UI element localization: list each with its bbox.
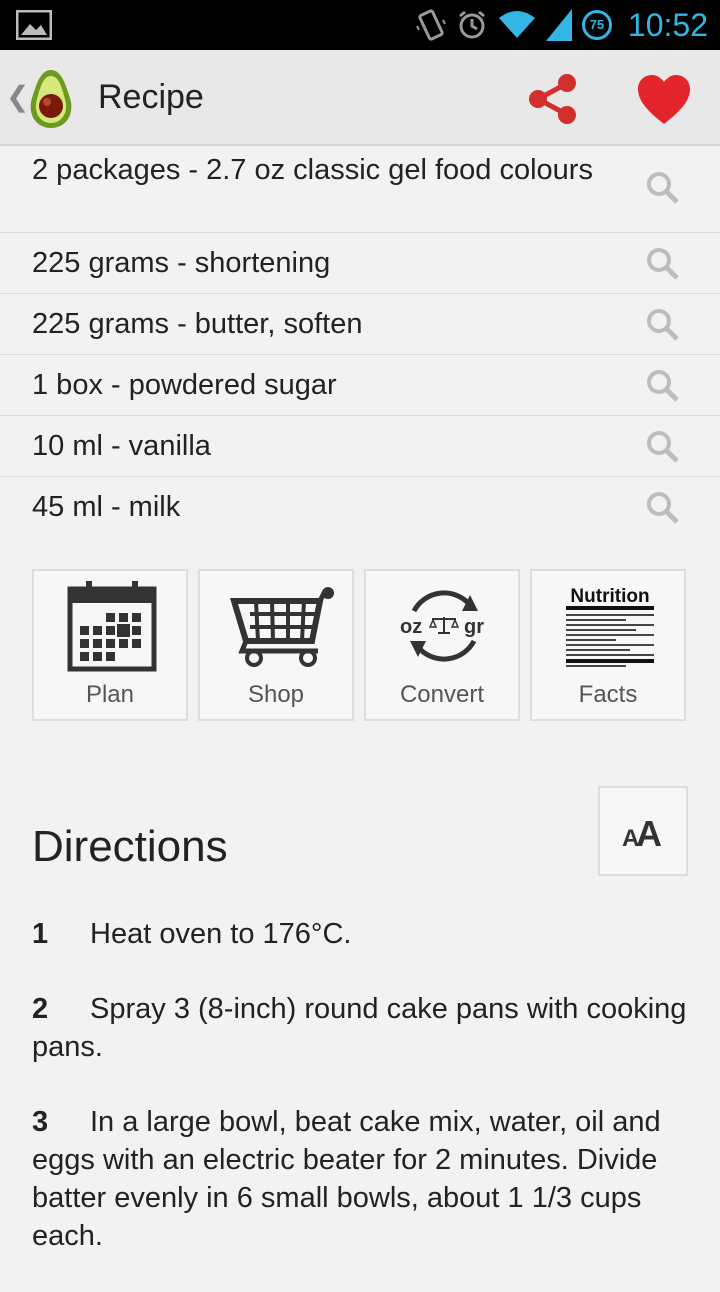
search-icon[interactable] [646,171,680,205]
action-bar: ❮ Recipe [0,50,720,146]
step-text: Spray 3 (8-inch) round cake pans with co… [32,993,687,1063]
step-text: Heat oven to 176°C. [90,918,352,950]
search-icon[interactable] [646,430,680,464]
ingredient-text: 2 packages - 2.7 oz classic gel food col… [32,154,593,186]
nutrition-heading: Nutrition [570,586,649,607]
ingredient-text: 225 grams - butter, soften [32,308,363,340]
shop-button[interactable]: Shop [198,569,354,721]
action-tiles: Plan Shop oz gr Convert Nutrition Facts [32,569,688,721]
battery-icon: 75 [581,10,612,40]
alarm-icon [458,10,485,39]
tile-label: Shop [247,681,305,708]
wifi-icon [498,11,535,38]
signal-icon [545,9,572,41]
tile-label: Plan [85,681,135,708]
image-notification-icon [16,10,52,40]
direction-step: 1 Heat oven to 176°C. [32,915,692,953]
search-icon[interactable] [646,369,680,403]
step-number: 2 [32,993,49,1025]
search-icon[interactable] [646,247,680,281]
ingredient-row[interactable]: 45 ml - milk [0,477,720,538]
tile-label: Facts [578,681,638,708]
plan-button[interactable]: Plan [32,569,188,721]
ingredient-row[interactable]: 1 box - powdered sugar [0,355,720,416]
step-number: 3 [32,1106,49,1138]
heart-icon[interactable] [636,74,692,126]
nutrition-label-icon: Nutrition [566,586,654,667]
step-text: In a large bowl, beat cake mix, water, o… [32,1106,661,1252]
share-icon[interactable] [526,72,580,126]
cart-icon [229,587,334,667]
direction-step: 2 Spray 3 (8-inch) round cake pans with c… [32,990,692,1066]
directions-steps: 1 Heat oven to 176°C. 2 Spray 3 (8-inch) r… [32,915,692,1292]
search-icon[interactable] [646,308,680,342]
convert-button[interactable]: oz gr Convert [364,569,520,721]
status-bar: 75 10:52 [0,0,720,50]
scale-convert-icon: oz gr [400,590,484,662]
convert-gr-label: gr [464,616,484,638]
vibrate-icon [416,9,446,41]
direction-step: 3 In a large bowl, beat cake mix, water, … [32,1103,692,1255]
font-size-button[interactable]: A A [598,786,688,876]
tile-label: Convert [399,681,485,708]
ingredient-text: 10 ml - vanilla [32,430,211,462]
font-size-icon: A A [622,813,662,854]
status-clock: 10:52 [627,6,708,43]
page-title: Recipe [98,78,204,116]
svg-text:A: A [636,813,662,854]
search-icon[interactable] [646,491,680,525]
convert-oz-label: oz [400,616,422,638]
ingredient-row[interactable]: 2 packages - 2.7 oz classic gel food col… [0,146,720,233]
ingredient-text: 1 box - powdered sugar [32,369,337,401]
ingredient-row[interactable]: 225 grams - shortening [0,233,720,294]
ingredient-list: 2 packages - 2.7 oz classic gel food col… [0,146,720,538]
directions-title: Directions [32,822,228,871]
ingredient-row[interactable]: 10 ml - vanilla [0,416,720,477]
ingredient-text: 225 grams - shortening [32,247,331,279]
ingredient-row[interactable]: 225 grams - butter, soften [0,294,720,355]
facts-button[interactable]: Nutrition Facts [530,569,686,721]
step-number: 1 [32,918,49,950]
avocado-logo-icon[interactable] [26,68,76,130]
calendar-icon [67,581,157,672]
ingredient-text: 45 ml - milk [32,491,181,523]
